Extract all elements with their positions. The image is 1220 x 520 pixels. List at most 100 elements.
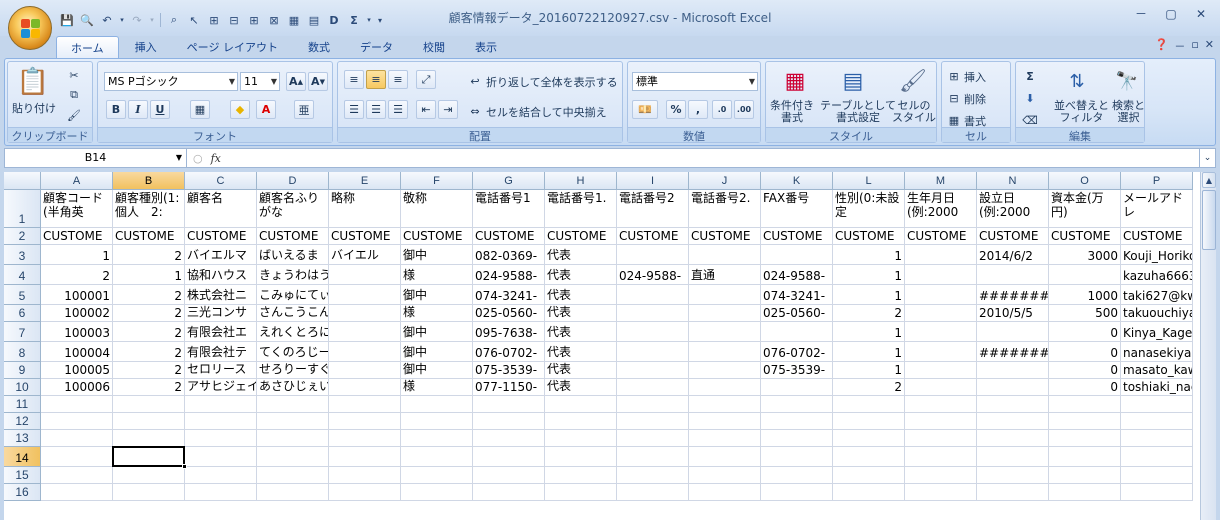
cell-n5[interactable]: ########	[977, 285, 1049, 305]
cell-o10[interactable]: 0	[1049, 379, 1121, 396]
cell-m5[interactable]	[905, 285, 977, 305]
cell-h1[interactable]: 電話番号1.	[545, 190, 617, 228]
cell-f1[interactable]: 敬称	[401, 190, 473, 228]
cell-c5[interactable]: 株式会社ニ	[185, 285, 257, 305]
tab-page-layout[interactable]: ページ レイアウト	[173, 36, 292, 58]
cell-p15[interactable]	[1121, 467, 1193, 484]
cell-a4[interactable]: 2	[41, 265, 113, 285]
wrap-text-button[interactable]: 折り返して全体を表示する	[486, 74, 618, 90]
cell-c6[interactable]: 三光コンサ	[185, 305, 257, 322]
orientation-icon[interactable]: ⤢	[416, 70, 436, 89]
italic-button[interactable]: I	[128, 100, 148, 119]
cell-b15[interactable]	[113, 467, 185, 484]
cell-e2[interactable]: CUSTOME	[329, 228, 401, 245]
cell-p6[interactable]: takuouchiya	[1121, 305, 1193, 322]
align-right-icon[interactable]: ☰	[388, 100, 408, 119]
formula-input[interactable]	[267, 149, 1197, 167]
cell-d9[interactable]: せろりーすぐるーぷほー	[257, 362, 329, 379]
row-header-8[interactable]: 8	[4, 342, 41, 362]
cell-p9[interactable]: masato_kaw	[1121, 362, 1193, 379]
cell-d11[interactable]	[257, 396, 329, 413]
cell-n13[interactable]	[977, 430, 1049, 447]
number-format-select[interactable]: 標準 ▼	[632, 72, 758, 91]
row-header-15[interactable]: 15	[4, 467, 41, 484]
cell-c16[interactable]	[185, 484, 257, 501]
cell-f5[interactable]: 御中	[401, 285, 473, 305]
cell-n9[interactable]	[977, 362, 1049, 379]
cell-o14[interactable]	[1049, 447, 1121, 467]
cell-c11[interactable]	[185, 396, 257, 413]
cell-h7[interactable]: 代表	[545, 322, 617, 342]
cell-g4[interactable]: 024-9588-	[473, 265, 545, 285]
column-header-d[interactable]: D	[257, 172, 329, 190]
workbook-minimize-button[interactable]: －	[1174, 38, 1185, 54]
cell-o7[interactable]: 0	[1049, 322, 1121, 342]
office-button[interactable]	[8, 6, 52, 50]
workbook-restore-button[interactable]: ▫	[1191, 38, 1198, 54]
cell-i2[interactable]: CUSTOME	[617, 228, 689, 245]
scroll-thumb[interactable]	[1202, 190, 1216, 250]
borders-icon[interactable]: ▦	[190, 100, 210, 119]
scroll-up-icon[interactable]: ▲	[1202, 172, 1216, 188]
decrease-indent-icon[interactable]: ⇤	[416, 100, 436, 119]
cell-c4[interactable]: 協和ハウス	[185, 265, 257, 285]
cell-m16[interactable]	[905, 484, 977, 501]
cell-m13[interactable]	[905, 430, 977, 447]
row-header-7[interactable]: 7	[4, 322, 41, 342]
tab-review[interactable]: 校閲	[409, 36, 459, 58]
cell-l4[interactable]: 1	[833, 265, 905, 285]
cell-n14[interactable]	[977, 447, 1049, 467]
cell-j15[interactable]	[689, 467, 761, 484]
column-header-e[interactable]: E	[329, 172, 401, 190]
column-header-c[interactable]: C	[185, 172, 257, 190]
cell-g5[interactable]: 074-3241-	[473, 285, 545, 305]
cell-f2[interactable]: CUSTOME	[401, 228, 473, 245]
font-size-select[interactable]: 11 ▼	[240, 72, 280, 91]
cell-k7[interactable]	[761, 322, 833, 342]
cell-p10[interactable]: toshiaki_nag	[1121, 379, 1193, 396]
cell-o8[interactable]: 0	[1049, 342, 1121, 362]
cell-h16[interactable]	[545, 484, 617, 501]
cell-l9[interactable]: 1	[833, 362, 905, 379]
cell-a6[interactable]: 100002	[41, 305, 113, 322]
autosum-button[interactable]: Σ	[1022, 68, 1038, 84]
cell-c13[interactable]	[185, 430, 257, 447]
cell-n7[interactable]	[977, 322, 1049, 342]
cell-b11[interactable]	[113, 396, 185, 413]
minimize-button[interactable]: －	[1128, 5, 1154, 23]
cell-k6[interactable]: 025-0560-	[761, 305, 833, 322]
cell-c3[interactable]: バイエルマ	[185, 245, 257, 265]
cell-a13[interactable]	[41, 430, 113, 447]
cell-e9[interactable]	[329, 362, 401, 379]
tab-home[interactable]: ホーム	[56, 36, 119, 58]
row-header-11[interactable]: 11	[4, 396, 41, 413]
tab-insert[interactable]: 挿入	[121, 36, 171, 58]
find-select-button[interactable]: 検索と 選択	[1112, 100, 1145, 124]
tab-view[interactable]: 表示	[461, 36, 511, 58]
cell-l12[interactable]	[833, 413, 905, 430]
cell-p4[interactable]: kazuha6663	[1121, 265, 1193, 285]
cell-a7[interactable]: 100003	[41, 322, 113, 342]
cell-h15[interactable]	[545, 467, 617, 484]
cell-d4[interactable]: きょうわはうすだいまる	[257, 265, 329, 285]
currency-icon[interactable]: 💴	[632, 100, 658, 119]
cell-e16[interactable]	[329, 484, 401, 501]
underline-button[interactable]: U	[150, 100, 170, 119]
cell-n2[interactable]: CUSTOME	[977, 228, 1049, 245]
row-header-16[interactable]: 16	[4, 484, 41, 501]
insert-cells-button[interactable]: 挿入	[964, 69, 986, 85]
cell-n6[interactable]: 2010/5/5	[977, 305, 1049, 322]
cell-a11[interactable]	[41, 396, 113, 413]
cell-n10[interactable]	[977, 379, 1049, 396]
cell-o4[interactable]	[1049, 265, 1121, 285]
cell-h5[interactable]: 代表	[545, 285, 617, 305]
cell-c8[interactable]: 有限会社テ	[185, 342, 257, 362]
cell-k16[interactable]	[761, 484, 833, 501]
cell-n8[interactable]: ########	[977, 342, 1049, 362]
row-header-13[interactable]: 13	[4, 430, 41, 447]
cell-l16[interactable]	[833, 484, 905, 501]
cell-p7[interactable]: Kinya_Kagey	[1121, 322, 1193, 342]
shrink-font-icon[interactable]: A ▼	[308, 72, 328, 91]
row-header-6[interactable]: 6	[4, 305, 41, 322]
comma-button[interactable]: ,	[688, 100, 708, 119]
